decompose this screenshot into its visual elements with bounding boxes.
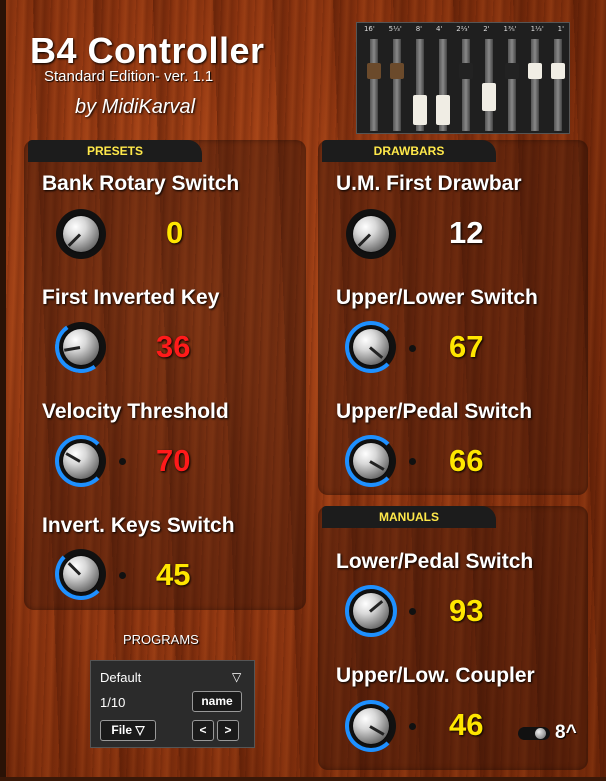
footage-label: 1⅓' — [530, 25, 544, 33]
footage-label: 16' — [363, 25, 375, 33]
footage-label: 4' — [435, 25, 443, 33]
drawbar-handle[interactable] — [413, 95, 427, 125]
footage-label: 1⅗' — [503, 25, 517, 33]
velocity-threshold-value: 70 — [156, 443, 191, 478]
velocity-threshold-knob[interactable] — [55, 435, 107, 487]
program-next-button[interactable]: > — [217, 720, 239, 741]
upper-lower-switch-indicator — [409, 345, 416, 352]
upper-low-coupler-value: 46 — [449, 707, 484, 742]
program-position: 1/10 — [100, 695, 126, 710]
bank-rotary-switch-value: 0 — [166, 215, 184, 250]
toggle-thumb — [535, 728, 546, 739]
footage-label: 8' — [415, 25, 423, 33]
lower-pedal-switch-indicator — [409, 608, 416, 615]
upper-low-coupler-knob[interactable] — [345, 700, 397, 752]
left-edge — [0, 0, 6, 781]
programs-title: PROGRAMS — [123, 632, 199, 647]
manuals-tab: MANUALS — [322, 506, 496, 528]
bank-rotary-switch-label: Bank Rotary Switch — [42, 172, 240, 195]
drawbar-handle[interactable] — [436, 95, 450, 125]
first-inverted-key-knob[interactable] — [50, 316, 112, 378]
app-title: B4 Controller — [30, 30, 265, 71]
invert-keys-switch-label: Invert. Keys Switch — [42, 514, 235, 537]
program-name-button[interactable]: name — [192, 691, 242, 712]
bank-rotary-switch-knob[interactable] — [56, 209, 106, 259]
presets-tab: PRESETS — [28, 140, 202, 162]
upper-low-coupler-label: Upper/Low. Coupler — [336, 664, 535, 687]
drawbar-handle[interactable] — [367, 63, 381, 79]
drawbar-handle[interactable] — [505, 63, 519, 79]
upper-low-coupler-indicator — [409, 723, 416, 730]
app-byline: by MidiKarval — [75, 96, 196, 118]
app-subtitle: Standard Edition- ver. 1.1 — [44, 68, 214, 85]
upper-pedal-switch-knob[interactable] — [345, 435, 397, 487]
drawbar-footage-labels: 16' 5⅓' 8' 4' 2⅔' 2' 1⅗' 1⅓' 1' — [357, 25, 571, 37]
upper-lower-switch-label: Upper/Lower Switch — [336, 286, 538, 309]
lower-pedal-switch-value: 93 — [449, 593, 484, 628]
first-inverted-key-value: 36 — [156, 329, 191, 364]
program-prev-button[interactable]: < — [192, 720, 214, 741]
octave-toggle[interactable] — [518, 727, 550, 740]
drawbar-handle[interactable] — [390, 63, 404, 79]
lower-pedal-switch-knob[interactable] — [345, 585, 397, 637]
drawbar-handle[interactable] — [528, 63, 542, 79]
velocity-threshold-indicator — [119, 458, 126, 465]
drawbar-handle[interactable] — [459, 63, 473, 79]
footage-label: 1' — [557, 25, 565, 33]
upper-pedal-switch-indicator — [409, 458, 416, 465]
um-first-drawbar-value: 12 — [449, 215, 484, 250]
program-dropdown-icon[interactable]: ▽ — [232, 670, 241, 684]
invert-keys-switch-value: 45 — [156, 557, 191, 592]
drawbar-handle[interactable] — [551, 63, 565, 79]
programs-box: Default ▽ 1/10 name File ▽ < > — [90, 660, 255, 748]
footage-label: 2⅔' — [456, 25, 470, 33]
invert-keys-switch-knob[interactable] — [55, 548, 107, 600]
footage-label: 2' — [483, 25, 490, 33]
first-inverted-key-label: First Inverted Key — [42, 286, 220, 309]
program-name-display[interactable]: Default — [100, 670, 141, 685]
upper-pedal-switch-label: Upper/Pedal Switch — [336, 400, 533, 423]
upper-lower-switch-value: 67 — [449, 329, 484, 364]
octave-toggle-label: 8^ — [555, 722, 577, 743]
um-first-drawbar-label: U.M. First Drawbar — [336, 172, 522, 195]
program-file-button[interactable]: File ▽ — [100, 720, 156, 741]
velocity-threshold-label: Velocity Threshold — [42, 400, 229, 423]
drawbar-graphic: 16' 5⅓' 8' 4' 2⅔' 2' 1⅗' 1⅓' 1' — [356, 22, 570, 134]
upper-lower-switch-knob[interactable] — [345, 321, 397, 373]
lower-pedal-switch-label: Lower/Pedal Switch — [336, 550, 534, 573]
drawbar-handle[interactable] — [482, 83, 496, 111]
um-first-drawbar-knob[interactable] — [346, 209, 396, 259]
presets-panel — [24, 140, 306, 610]
invert-keys-switch-indicator — [119, 572, 126, 579]
upper-pedal-switch-value: 66 — [449, 443, 484, 478]
footage-label: 5⅓' — [388, 25, 402, 33]
bottom-edge — [0, 777, 606, 781]
drawbars-tab: DRAWBARS — [322, 140, 496, 162]
